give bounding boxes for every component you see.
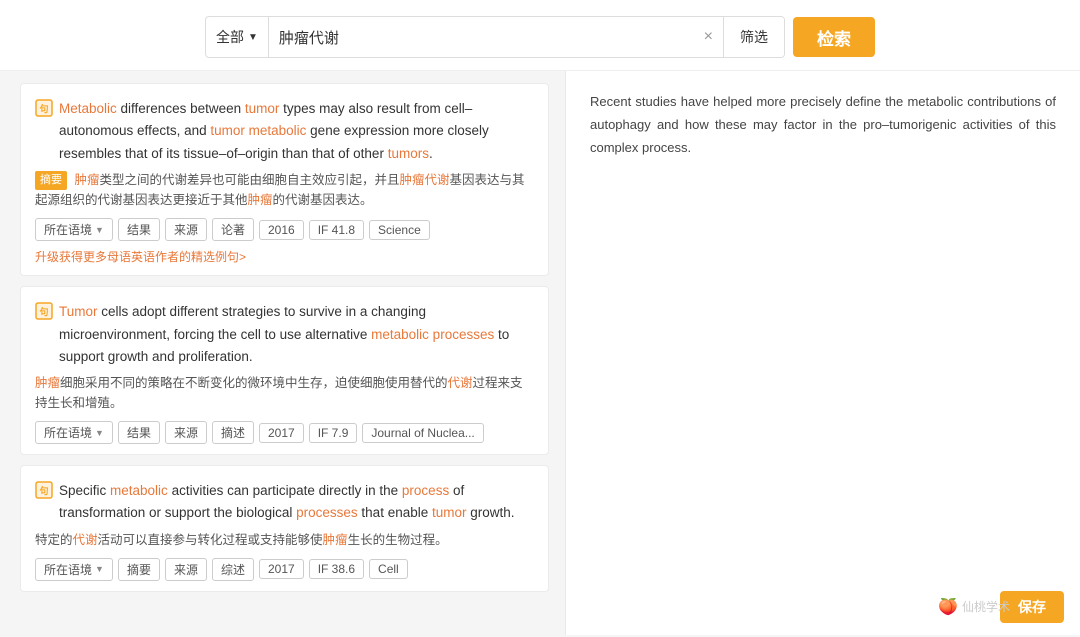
svg-text:句: 句	[39, 306, 48, 317]
result-item-3: 句 Specific metabolic activities can part…	[20, 465, 549, 592]
tags-row-1: 所在语境 ▼ 结果 来源 论著 2016 IF 41.8 Science	[35, 218, 534, 241]
result-icon-2: 句	[35, 302, 53, 320]
upgrade-link-1[interactable]: 升级获得更多母语英语作者的精选例句>	[35, 248, 534, 265]
result-title-row-2: 句 Tumor cells adopt different strategies…	[35, 301, 534, 368]
result-item-2: 句 Tumor cells adopt different strategies…	[20, 286, 549, 455]
watermark-icon: 🍑	[938, 594, 958, 621]
tag-year-1[interactable]: 2016	[259, 220, 304, 240]
tag-year-2[interactable]: 2017	[259, 423, 304, 443]
search-button[interactable]: 检索	[793, 17, 875, 57]
tag-type-3[interactable]: 综述	[212, 558, 254, 581]
tag-context-1[interactable]: 所在语境 ▼	[35, 218, 113, 241]
main-content: 句 Metabolic differences between tumor ty…	[0, 71, 1080, 635]
tag-result-2[interactable]: 结果	[118, 421, 160, 444]
tag-journal-3[interactable]: Cell	[369, 559, 408, 579]
detail-panel: Recent studies have helped more precisel…	[565, 71, 1080, 635]
tag-if-1[interactable]: IF 41.8	[309, 220, 364, 240]
tags-row-3: 所在语境 ▼ 摘要 来源 综述 2017 IF 38.6 Cell	[35, 558, 534, 581]
result-item-1: 句 Metabolic differences between tumor ty…	[20, 83, 549, 276]
svg-text:句: 句	[39, 485, 48, 496]
tag-type-1[interactable]: 论著	[212, 218, 254, 241]
tag-type-2[interactable]: 摘述	[212, 421, 254, 444]
category-label: 全部	[216, 27, 244, 47]
tags-row-2: 所在语境 ▼ 结果 来源 摘述 2017 IF 7.9 Journal of N…	[35, 421, 534, 444]
tag-source-3[interactable]: 来源	[165, 558, 207, 581]
tag-journal-2[interactable]: Journal of Nuclea...	[362, 423, 483, 443]
search-bar: 全部 ▼ × 筛选 检索	[0, 0, 1080, 71]
tag-context-3[interactable]: 所在语境 ▼	[35, 558, 113, 581]
tag-context-2[interactable]: 所在语境 ▼	[35, 421, 113, 444]
result-text-2: Tumor cells adopt different strategies t…	[59, 301, 534, 368]
tag-year-3[interactable]: 2017	[259, 559, 304, 579]
save-button[interactable]: 保存	[1000, 591, 1064, 623]
tag-source-1[interactable]: 来源	[165, 218, 207, 241]
result-text-1: Metabolic differences between tumor type…	[59, 98, 534, 165]
result-icon-1: 句	[35, 99, 53, 117]
search-category-dropdown[interactable]: 全部 ▼	[206, 17, 269, 57]
tag-journal-1[interactable]: Science	[369, 220, 430, 240]
zh-translation-3: 特定的代谢活动可以直接参与转化过程或支持能够使肿瘤生长的生物过程。	[35, 530, 534, 550]
chevron-down-icon: ▼	[248, 32, 258, 43]
tag-result-1[interactable]: 结果	[118, 218, 160, 241]
results-panel: 句 Metabolic differences between tumor ty…	[0, 71, 565, 635]
detail-text: Recent studies have helped more precisel…	[590, 91, 1056, 159]
tag-abstract-3[interactable]: 摘要	[118, 558, 160, 581]
zh-badge-1: 摘要	[35, 171, 67, 191]
svg-text:句: 句	[39, 103, 48, 114]
result-text-3: Specific metabolic activities can partic…	[59, 480, 534, 525]
zh-translation-1: 摘要 肿瘤类型之间的代谢差异也可能由细胞自主效应引起，并且肿瘤代谢基因表达与其起…	[35, 170, 534, 211]
result-title-row-3: 句 Specific metabolic activities can part…	[35, 480, 534, 525]
tag-source-2[interactable]: 来源	[165, 421, 207, 444]
tag-if-3[interactable]: IF 38.6	[309, 559, 364, 579]
search-wrapper: 全部 ▼ × 筛选	[205, 16, 785, 58]
result-icon-3: 句	[35, 481, 53, 499]
tag-if-2[interactable]: IF 7.9	[309, 423, 358, 443]
zh-translation-2: 肿瘤细胞采用不同的策略在不断变化的微环境中生存，迫使细胞使用替代的代谢过程来支持…	[35, 373, 534, 413]
clear-icon[interactable]: ×	[694, 29, 723, 45]
result-title-row-1: 句 Metabolic differences between tumor ty…	[35, 98, 534, 165]
search-input[interactable]	[269, 17, 694, 57]
filter-button[interactable]: 筛选	[723, 17, 784, 57]
